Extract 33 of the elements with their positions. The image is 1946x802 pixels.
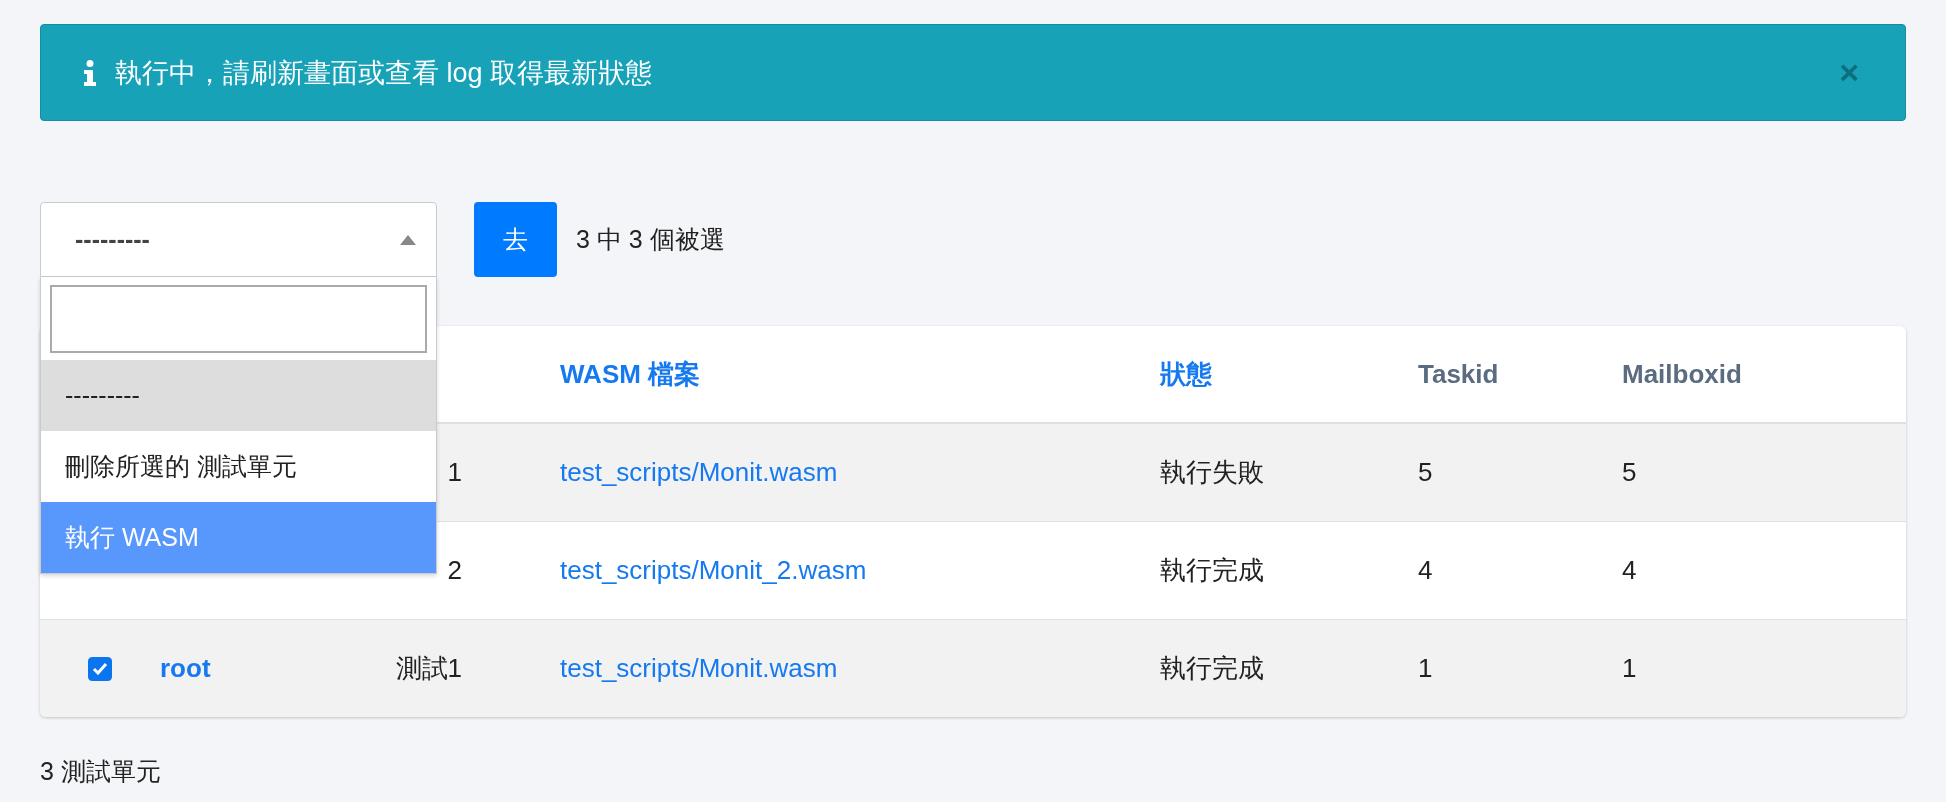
task-id: 1 — [1418, 653, 1433, 683]
column-header: Mailboxid — [1622, 358, 1742, 389]
test-name: 2 — [446, 555, 462, 586]
task-id: 5 — [1418, 457, 1433, 487]
user-link[interactable]: root — [160, 653, 211, 683]
action-select[interactable]: --------- — [40, 202, 437, 277]
wasm-file-link[interactable]: test_scripts/Monit.wasm — [560, 457, 838, 487]
info-icon — [83, 59, 97, 86]
caret-icon — [400, 234, 416, 245]
wasm-file-link[interactable]: test_scripts/Monit_2.wasm — [560, 555, 867, 585]
selection-count: 3 中 3 個被選 — [576, 224, 725, 255]
alert-message: 執行中，請刷新畫面或查看 log 取得最新狀態 — [115, 56, 654, 90]
dropdown-option[interactable]: 執行 WASM — [41, 502, 436, 573]
result-count: 3 測試單元 — [40, 756, 162, 787]
column-header[interactable]: WASM 檔案 — [560, 358, 701, 389]
status-text: 執行完成 — [1160, 653, 1264, 683]
test-name: 測試1 — [394, 652, 462, 685]
search-field[interactable] — [50, 285, 427, 353]
dropdown-option[interactable]: --------- — [41, 360, 436, 431]
column-header: Taskid — [1418, 358, 1499, 389]
task-id: 4 — [1418, 555, 1433, 585]
mailbox-id: 5 — [1622, 457, 1637, 487]
mailbox-id: 4 — [1622, 555, 1637, 585]
go-button[interactable]: 去 — [474, 202, 557, 277]
status-text: 執行完成 — [1160, 555, 1264, 585]
column-header[interactable]: 狀態 — [1160, 358, 1212, 389]
status-text: 執行失敗 — [1160, 457, 1264, 487]
row-checkbox[interactable] — [88, 656, 112, 681]
dropdown-option[interactable]: 刪除所選的 測試單元 — [41, 431, 436, 502]
mailbox-id: 1 — [1622, 653, 1637, 683]
wasm-file-link[interactable]: test_scripts/Monit.wasm — [560, 653, 838, 683]
test-name: 1 — [446, 457, 462, 488]
check-icon — [92, 662, 108, 675]
